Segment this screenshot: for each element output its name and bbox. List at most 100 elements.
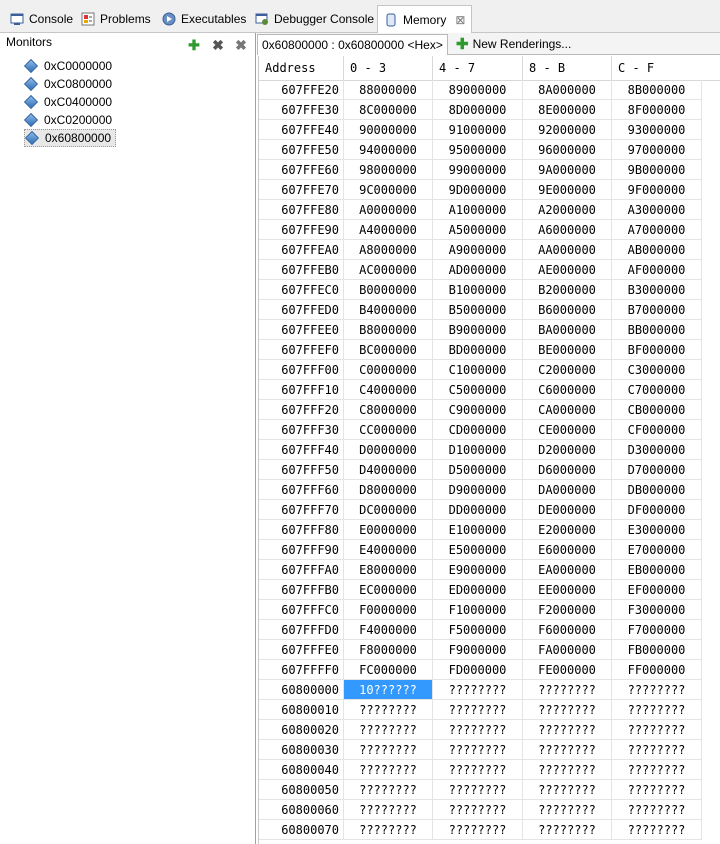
memory-value-cell[interactable]: ????????	[523, 720, 612, 740]
memory-value-cell[interactable]: F0000000	[344, 600, 433, 620]
memory-value-cell[interactable]: A2000000	[523, 200, 612, 220]
memory-value-cell[interactable]: CE000000	[523, 420, 612, 440]
memory-value-cell[interactable]: C3000000	[612, 360, 702, 380]
memory-value-cell[interactable]: ????????	[344, 800, 433, 820]
memory-value-cell[interactable]: ????????	[344, 720, 433, 740]
memory-value-cell[interactable]: BC000000	[344, 340, 433, 360]
monitor-item[interactable]: 0xC0800000	[23, 75, 116, 93]
memory-value-cell[interactable]: D0000000	[344, 440, 433, 460]
memory-value-cell[interactable]: 96000000	[523, 140, 612, 160]
memory-value-cell[interactable]: 9D000000	[433, 180, 523, 200]
memory-value-cell[interactable]: B3000000	[612, 280, 702, 300]
memory-value-cell[interactable]: B7000000	[612, 300, 702, 320]
close-icon[interactable]: ⊠	[455, 13, 465, 27]
memory-value-cell[interactable]: DA000000	[523, 480, 612, 500]
memory-value-cell[interactable]: CC000000	[344, 420, 433, 440]
tab-memory[interactable]: Memory ⊠	[377, 5, 473, 33]
memory-value-cell[interactable]: A4000000	[344, 220, 433, 240]
memory-value-cell[interactable]: BE000000	[523, 340, 612, 360]
memory-value-cell[interactable]: ????????	[433, 720, 523, 740]
memory-value-cell[interactable]: FB000000	[612, 640, 702, 660]
memory-value-cell[interactable]: C4000000	[344, 380, 433, 400]
memory-value-cell[interactable]: EC000000	[344, 580, 433, 600]
memory-value-cell[interactable]: E5000000	[433, 540, 523, 560]
memory-value-cell[interactable]: E2000000	[523, 520, 612, 540]
memory-value-cell[interactable]: B5000000	[433, 300, 523, 320]
memory-value-cell[interactable]: B1000000	[433, 280, 523, 300]
memory-value-cell[interactable]: 91000000	[433, 120, 523, 140]
memory-value-cell[interactable]: FE000000	[523, 660, 612, 680]
memory-value-cell[interactable]: D1000000	[433, 440, 523, 460]
memory-value-cell[interactable]: A7000000	[612, 220, 702, 240]
memory-value-cell[interactable]: E8000000	[344, 560, 433, 580]
memory-value-cell[interactable]: E1000000	[433, 520, 523, 540]
monitor-item[interactable]: 0xC0400000	[23, 93, 116, 111]
memory-value-cell[interactable]: ????????	[344, 820, 433, 840]
memory-value-cell[interactable]: ????????	[612, 700, 702, 720]
memory-value-cell[interactable]: E0000000	[344, 520, 433, 540]
memory-value-cell[interactable]: A1000000	[433, 200, 523, 220]
memory-value-cell[interactable]: A8000000	[344, 240, 433, 260]
memory-value-cell[interactable]: BD000000	[433, 340, 523, 360]
memory-value-cell[interactable]: B6000000	[523, 300, 612, 320]
memory-value-cell[interactable]: A9000000	[433, 240, 523, 260]
memory-value-cell[interactable]: ????????	[433, 800, 523, 820]
memory-value-cell[interactable]: 8B000000	[612, 80, 702, 100]
memory-value-cell[interactable]: D8000000	[344, 480, 433, 500]
memory-value-cell[interactable]: 97000000	[612, 140, 702, 160]
column-header[interactable]: 4 - 7	[433, 56, 523, 80]
memory-value-cell[interactable]: C7000000	[612, 380, 702, 400]
memory-value-cell[interactable]: F9000000	[433, 640, 523, 660]
monitor-item[interactable]: 0xC0000000	[23, 57, 116, 75]
memory-value-cell[interactable]: C0000000	[344, 360, 433, 380]
memory-value-cell[interactable]: AF000000	[612, 260, 702, 280]
memory-value-cell[interactable]: 10??????	[344, 680, 433, 700]
memory-value-cell[interactable]: ????????	[344, 760, 433, 780]
memory-value-cell[interactable]: B4000000	[344, 300, 433, 320]
memory-value-cell[interactable]: 9A000000	[523, 160, 612, 180]
memory-value-cell[interactable]: ????????	[523, 760, 612, 780]
memory-value-cell[interactable]: B0000000	[344, 280, 433, 300]
memory-value-cell[interactable]: ????????	[612, 720, 702, 740]
memory-value-cell[interactable]: AE000000	[523, 260, 612, 280]
memory-value-cell[interactable]: E9000000	[433, 560, 523, 580]
memory-value-cell[interactable]: C1000000	[433, 360, 523, 380]
memory-value-cell[interactable]: B9000000	[433, 320, 523, 340]
memory-value-cell[interactable]: DE000000	[523, 500, 612, 520]
memory-value-cell[interactable]: E7000000	[612, 540, 702, 560]
memory-value-cell[interactable]: ????????	[433, 760, 523, 780]
memory-value-cell[interactable]: ????????	[612, 740, 702, 760]
memory-value-cell[interactable]: D7000000	[612, 460, 702, 480]
memory-value-cell[interactable]: ED000000	[433, 580, 523, 600]
memory-value-cell[interactable]: CA000000	[523, 400, 612, 420]
memory-value-cell[interactable]: FA000000	[523, 640, 612, 660]
memory-value-cell[interactable]: CB000000	[612, 400, 702, 420]
memory-value-cell[interactable]: 9B000000	[612, 160, 702, 180]
memory-value-cell[interactable]: D9000000	[433, 480, 523, 500]
memory-value-cell[interactable]: 8F000000	[612, 100, 702, 120]
memory-value-cell[interactable]: 99000000	[433, 160, 523, 180]
memory-value-cell[interactable]: C8000000	[344, 400, 433, 420]
memory-value-cell[interactable]: ????????	[433, 700, 523, 720]
memory-value-cell[interactable]: F2000000	[523, 600, 612, 620]
memory-value-cell[interactable]: EE000000	[523, 580, 612, 600]
memory-value-cell[interactable]: 8A000000	[523, 80, 612, 100]
memory-value-cell[interactable]: ????????	[612, 820, 702, 840]
memory-value-cell[interactable]: DF000000	[612, 500, 702, 520]
memory-value-cell[interactable]: 8C000000	[344, 100, 433, 120]
memory-value-cell[interactable]: F4000000	[344, 620, 433, 640]
memory-value-cell[interactable]: FF000000	[612, 660, 702, 680]
column-header[interactable]: C - F	[612, 56, 702, 80]
memory-value-cell[interactable]: EA000000	[523, 560, 612, 580]
remove-all-monitors-button[interactable]: ✖	[233, 37, 249, 53]
memory-value-cell[interactable]: AA000000	[523, 240, 612, 260]
memory-value-cell[interactable]: BF000000	[612, 340, 702, 360]
memory-value-cell[interactable]: D6000000	[523, 460, 612, 480]
column-header[interactable]: 8 - B	[523, 56, 612, 80]
memory-value-cell[interactable]: DC000000	[344, 500, 433, 520]
memory-value-cell[interactable]: 98000000	[344, 160, 433, 180]
memory-value-cell[interactable]: D2000000	[523, 440, 612, 460]
memory-value-cell[interactable]: FC000000	[344, 660, 433, 680]
memory-value-cell[interactable]: ????????	[612, 760, 702, 780]
memory-table[interactable]: Address 0 - 3 4 - 7 8 - B C - F 607FFE20…	[258, 56, 720, 844]
